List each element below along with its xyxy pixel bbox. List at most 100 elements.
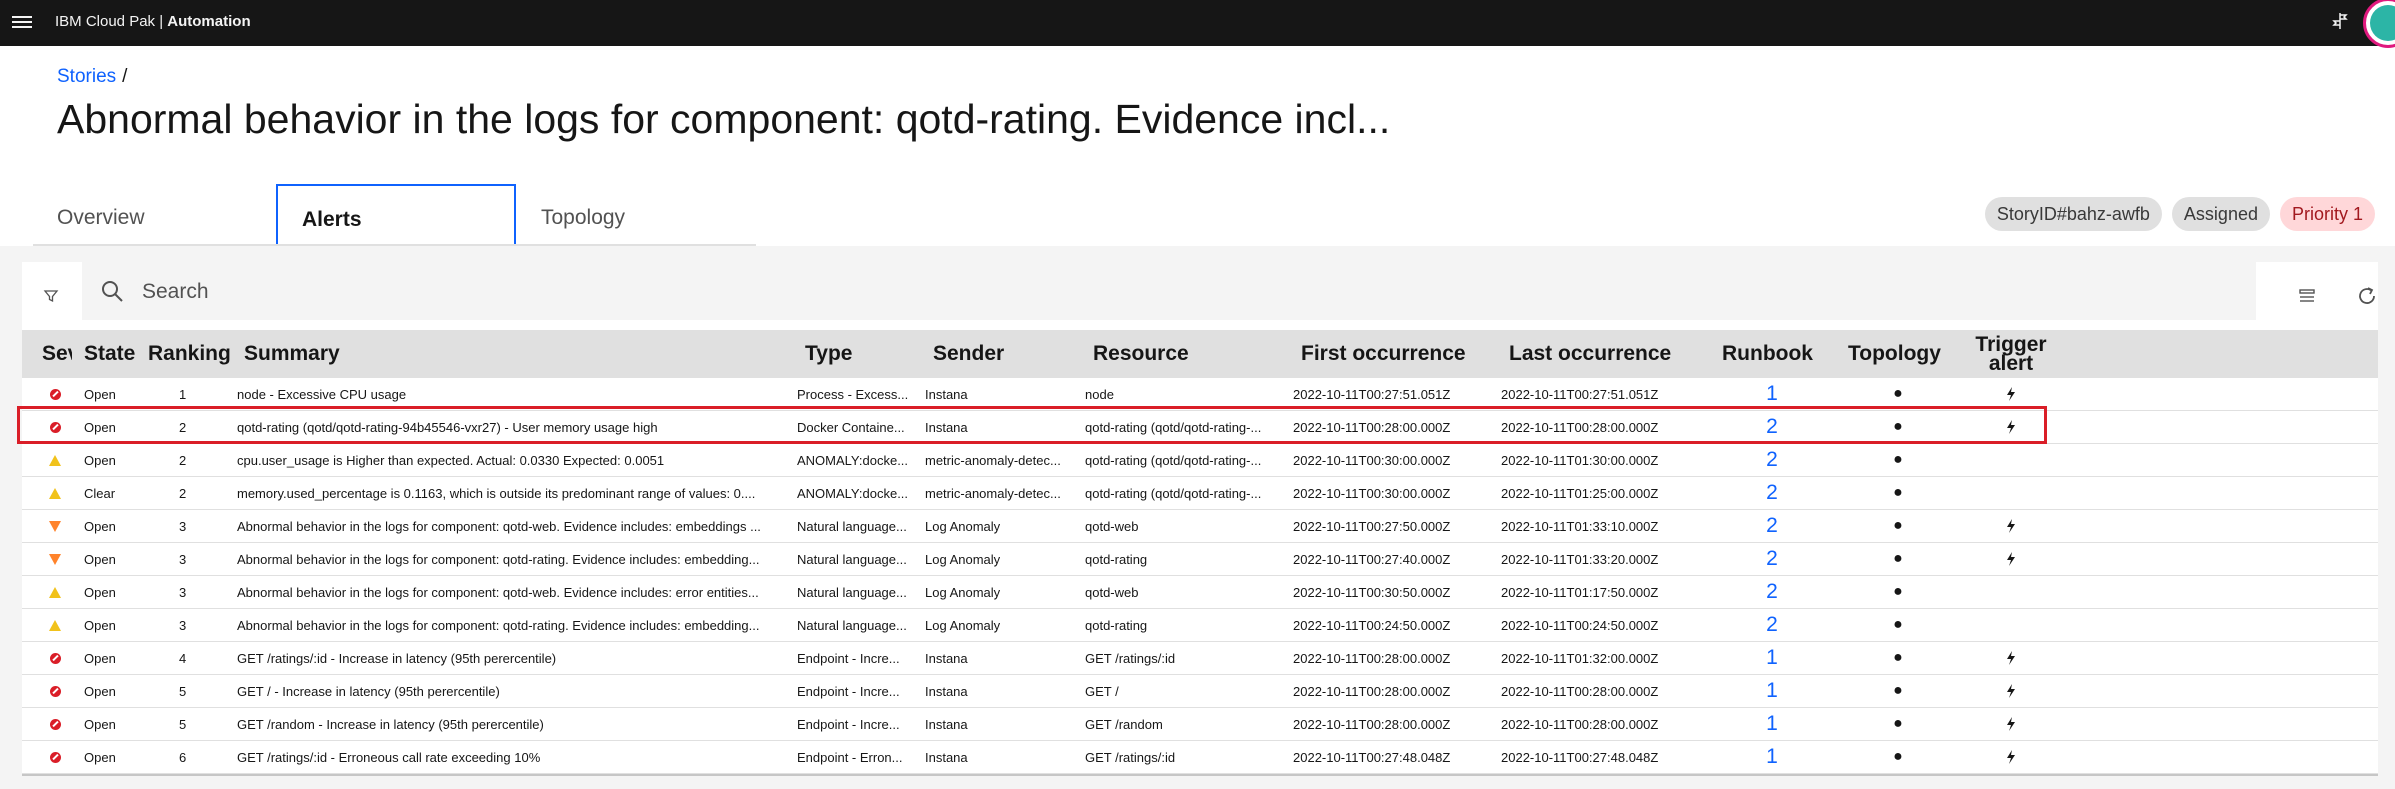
severity-major-icon — [49, 520, 61, 532]
state-cell-text: Open — [84, 683, 116, 699]
column-header-ranking[interactable]: Ranking — [148, 330, 258, 378]
runbook-link-text[interactable]: 1 — [1766, 646, 1778, 670]
runbook-link[interactable]: 1 — [1722, 741, 1822, 773]
summary-cell-text: GET /random - Increase in latency (95th … — [237, 716, 544, 732]
tab-alerts[interactable]: Alerts — [276, 184, 516, 244]
trigger-alert-cell[interactable] — [1972, 543, 2050, 575]
table-row[interactable]: Open 3 Abnormal behavior in the logs for c… — [22, 543, 2378, 576]
runbook-link[interactable]: 2 — [1722, 543, 1822, 575]
trigger-alert-cell[interactable] — [1972, 675, 2050, 707]
column-header-state[interactable]: State — [84, 330, 144, 378]
resource-cell-text: qotd-rating (qotd/qotd-rating-... — [1085, 485, 1262, 501]
resource-cell: GET /ratings/:id — [1085, 642, 1305, 674]
table-row[interactable]: Open 6 GET /ratings/:id - Erroneous call r… — [22, 741, 2378, 774]
first-occurrence-cell: 2022-10-11T00:28:00.000Z — [1293, 642, 1493, 674]
first-occurrence-cell-text: 2022-10-11T00:28:00.000Z — [1293, 716, 1451, 732]
type-cell-text: Endpoint - Erron... — [797, 749, 903, 765]
tab-topology[interactable]: Topology — [517, 184, 757, 244]
runbook-link-text[interactable]: 2 — [1766, 448, 1778, 472]
sender-cell-text: Instana — [925, 749, 968, 765]
ranking-cell: 2 — [179, 477, 209, 509]
table-row[interactable]: Clear 2 memory.used_percentage is 0.1163, … — [22, 477, 2378, 510]
runbook-link-text[interactable]: 1 — [1766, 745, 1778, 769]
sender-cell: metric-anomaly-detec... — [925, 444, 1075, 476]
column-header-trigger-alert[interactable]: Trigger alert — [1972, 330, 2050, 378]
lightning-icon[interactable] — [2005, 519, 2017, 533]
table-row[interactable]: Open 3 Abnormal behavior in the logs for c… — [22, 576, 2378, 609]
trigger-alert-cell[interactable] — [1972, 741, 2050, 773]
runbook-link[interactable]: 2 — [1722, 576, 1822, 608]
table-row[interactable]: Open 3 Abnormal behavior in the logs for c… — [22, 609, 2378, 642]
lightning-icon[interactable] — [2005, 651, 2017, 665]
runbook-link[interactable]: 1 — [1722, 708, 1822, 740]
table-row[interactable]: Open 4 GET /ratings/:id - Increase in late… — [22, 642, 2378, 675]
search-input[interactable] — [140, 274, 1944, 310]
lightning-icon[interactable] — [2005, 684, 2017, 698]
column-header-severity[interactable]: Sev — [42, 330, 72, 378]
refresh-button[interactable] — [2347, 276, 2387, 316]
last-occurrence-cell-text: 2022-10-11T00:27:48.048Z — [1501, 749, 1659, 765]
resource-cell: qotd-rating — [1085, 609, 1305, 641]
severity-warning-icon — [49, 454, 61, 466]
runbook-link[interactable]: 2 — [1722, 510, 1822, 542]
runbook-link-text[interactable]: 2 — [1766, 514, 1778, 538]
runbook-link-text[interactable]: 1 — [1766, 679, 1778, 703]
resource-cell-text: GET / — [1085, 683, 1119, 699]
trigger-alert-cell[interactable] — [1972, 642, 2050, 674]
filter-button[interactable] — [22, 262, 80, 330]
state-cell-text: Open — [84, 584, 116, 600]
resource-cell: GET / — [1085, 675, 1305, 707]
avatar[interactable] — [2363, 0, 2395, 48]
runbook-link-text[interactable]: 2 — [1766, 580, 1778, 604]
runbook-link-text[interactable]: 2 — [1766, 481, 1778, 505]
brand-prefix: IBM Cloud Pak | — [55, 13, 168, 30]
lightning-icon[interactable] — [2005, 552, 2017, 566]
table-row[interactable]: Open 5 GET / - Increase in latency (95th p… — [22, 675, 2378, 708]
runbook-link[interactable]: 2 — [1722, 609, 1822, 641]
table-row[interactable]: Open 2 cpu.user_usage is Higher than expec… — [22, 444, 2378, 477]
sender-cell-text: Instana — [925, 683, 968, 699]
trigger-alert-cell[interactable] — [1972, 708, 2050, 740]
column-header-runbook[interactable]: Runbook — [1722, 330, 1822, 378]
story-tags: StoryID#bahz-awfb Assigned Priority 1 — [1984, 197, 2375, 231]
column-header-resource[interactable]: Resource — [1093, 330, 1223, 378]
runbook-link[interactable]: 1 — [1722, 675, 1822, 707]
runbook-link-text[interactable]: 2 — [1766, 547, 1778, 571]
column-settings-button[interactable] — [2287, 276, 2327, 316]
runbook-link[interactable]: 1 — [1722, 642, 1822, 674]
runbook-link[interactable]: 2 — [1722, 477, 1822, 509]
trigger-alert-cell[interactable] — [1972, 510, 2050, 542]
first-occurrence-cell: 2022-10-11T00:30:00.000Z — [1293, 477, 1493, 509]
column-header-topology[interactable]: Topology — [1848, 330, 1948, 378]
first-occurrence-cell: 2022-10-11T00:30:00.000Z — [1293, 444, 1493, 476]
lightning-icon[interactable] — [2005, 717, 2017, 731]
status-badge: Assigned — [2171, 197, 2270, 231]
column-header-type[interactable]: Type — [805, 330, 915, 378]
runbook-link-text[interactable]: 1 — [1766, 382, 1778, 406]
column-header-sender[interactable]: Sender — [933, 330, 1043, 378]
breadcrumb-stories-link[interactable]: Stories — [57, 66, 116, 87]
pin-icon[interactable] — [2331, 12, 2349, 35]
runbook-link-text[interactable]: 2 — [1766, 613, 1778, 637]
sender-cell-text: Log Anomaly — [925, 551, 1001, 567]
resource-cell: qotd-web — [1085, 510, 1305, 542]
column-header-summary[interactable]: Summary — [244, 330, 544, 378]
last-occurrence-cell: 2022-10-11T01:32:00.000Z — [1501, 642, 1701, 674]
table-row[interactable]: Open 3 Abnormal behavior in the logs for c… — [22, 510, 2378, 543]
column-header-last-occurrence[interactable]: Last occurrence — [1509, 330, 1709, 378]
lightning-icon[interactable] — [2005, 750, 2017, 764]
ranking-cell-text: 2 — [179, 485, 187, 501]
tab-overview[interactable]: Overview — [33, 184, 273, 244]
runbook-link[interactable]: 2 — [1722, 444, 1822, 476]
summary-cell: GET /ratings/:id - Increase in latency (… — [237, 642, 807, 674]
type-cell: Natural language... — [797, 609, 917, 641]
column-header-first-occurrence[interactable]: First occurrence — [1301, 330, 1501, 378]
sender-cell-text: Instana — [925, 650, 968, 666]
table-row[interactable]: Open 5 GET /random - Increase in latency (… — [22, 708, 2378, 741]
resource-cell: GET /random — [1085, 708, 1305, 740]
lightning-icon[interactable] — [2005, 387, 2017, 401]
runbook-link-text[interactable]: 1 — [1766, 712, 1778, 736]
menu-icon[interactable] — [12, 13, 32, 33]
severity-warning-icon — [49, 487, 61, 499]
trigger-alert-cell — [1972, 609, 2050, 641]
